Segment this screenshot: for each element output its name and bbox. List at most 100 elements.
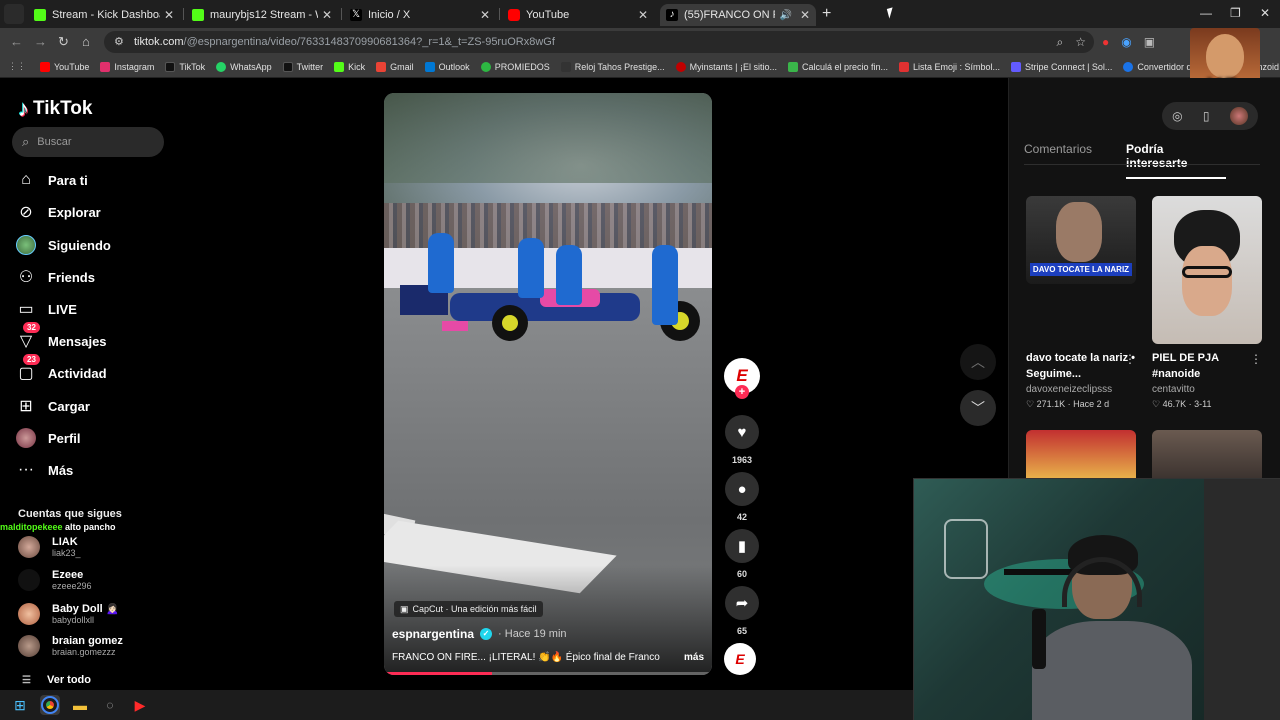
card-user[interactable]: davoxeneizeclipsss: [1026, 384, 1136, 395]
recommended-video-card[interactable]: PIEL DE PJA #nanoide centavitto ♡ 46.7K …: [1152, 196, 1262, 410]
tiktok-logo[interactable]: ♪ TikTok: [18, 96, 92, 122]
site-info-icon[interactable]: ⚙: [114, 36, 126, 48]
following-account[interactable]: LIAK liak23_: [18, 536, 81, 558]
audio-icon[interactable]: 🔊: [779, 10, 791, 21]
following-account[interactable]: Ezeee ezeee296: [18, 569, 92, 591]
more-options-icon[interactable]: ⋮: [1124, 352, 1136, 366]
previous-video-button[interactable]: ︿: [960, 344, 996, 380]
zoom-icon[interactable]: ⌕: [1057, 35, 1064, 50]
next-video-button[interactable]: ﹀: [960, 390, 996, 426]
youtube-app-icon[interactable]: ▶: [130, 695, 150, 715]
browser-tabstrip: Stream - Kick Dashboard ✕ maurybjs12 Str…: [0, 0, 1280, 28]
close-icon[interactable]: ✕: [800, 8, 810, 22]
bookmark-item[interactable]: Kick: [334, 61, 365, 72]
activity-icon: ▢ 23: [16, 354, 40, 383]
bookmark-item[interactable]: Lista Emoji : Símbol...: [899, 61, 1000, 72]
tab-search-icon[interactable]: [4, 4, 24, 24]
nav-live[interactable]: ▭ LIVE: [16, 297, 76, 321]
tab-podria-interesarte[interactable]: Podría interesarte: [1126, 142, 1226, 179]
device-icon[interactable]: ▯: [1203, 109, 1210, 123]
share-button[interactable]: ➦ 65: [724, 586, 760, 636]
tab-kick-dashboard[interactable]: Stream - Kick Dashboard ✕: [28, 4, 180, 26]
video-progress-bar[interactable]: [384, 672, 712, 675]
extension-icon[interactable]: ◉: [1121, 35, 1131, 49]
nav-friends[interactable]: ⚇ Friends: [16, 265, 95, 289]
user-avatar[interactable]: [1229, 107, 1248, 125]
bookmark-item[interactable]: TikTok: [165, 61, 205, 72]
close-icon[interactable]: ✕: [638, 8, 648, 22]
bookmark-item[interactable]: Myinstants | ¡El sitio...: [675, 61, 777, 72]
nav-explorar[interactable]: ⊘ Explorar: [16, 200, 100, 224]
more-options-icon[interactable]: ⋮: [1250, 352, 1262, 366]
following-icon: [16, 235, 36, 255]
tab-title: Inicio / X: [368, 9, 411, 21]
bookmark-item[interactable]: Twitter: [282, 61, 323, 72]
following-account[interactable]: Baby Doll 🙍🏻‍♀️ babydollxll: [18, 602, 119, 625]
tab-inicio-x[interactable]: 𝕏 Inicio / X ✕: [344, 4, 496, 26]
bookmark-item[interactable]: WhatsApp: [216, 61, 272, 72]
bookmark-item[interactable]: YouTube: [40, 61, 89, 72]
sound-button[interactable]: E: [724, 643, 760, 675]
chrome-icon[interactable]: [40, 695, 60, 715]
author-avatar-button[interactable]: E +: [724, 358, 760, 399]
nav-actividad[interactable]: ▢ 23 Actividad: [16, 354, 107, 385]
tab-youtube[interactable]: YouTube ✕: [502, 4, 654, 26]
minimize-icon[interactable]: —: [1200, 6, 1212, 20]
tab-comentarios[interactable]: Comentarios: [1024, 142, 1092, 179]
close-icon[interactable]: ✕: [322, 8, 332, 22]
app-icon[interactable]: ◌: [100, 695, 120, 715]
video-author[interactable]: espnargentina ✓ · Hace 19 min: [392, 627, 567, 641]
bookmark-item[interactable]: Outlook: [424, 61, 470, 72]
more-caption-button[interactable]: más: [684, 652, 704, 663]
nav-cargar[interactable]: ⊞ Cargar: [16, 394, 90, 418]
forward-icon[interactable]: →: [34, 34, 47, 49]
home-icon[interactable]: ⌂: [82, 34, 90, 49]
avatar: [18, 635, 40, 657]
recommended-video-card[interactable]: DAVO TOCATE LA NARIZ davo tocate la nari…: [1026, 196, 1136, 410]
apps-grid-icon[interactable]: ⋮⋮: [8, 61, 26, 72]
tab-maurybjs12-stream[interactable]: maurybjs12 Stream - Watch Liv ✕: [186, 4, 338, 26]
bookmark-star-icon[interactable]: ☆: [1075, 35, 1086, 50]
compass-icon[interactable]: ◎: [1172, 109, 1182, 123]
tab-tiktok-active[interactable]: ♪ (55)FRANCO ON FIRE... ¡LITI 🔊 ✕: [660, 4, 816, 26]
nav-mas[interactable]: ··· Más: [16, 458, 73, 482]
search-box[interactable]: ⌕: [12, 127, 164, 157]
avatar: [18, 569, 40, 591]
follow-plus-icon[interactable]: +: [735, 385, 749, 399]
bookmark-item[interactable]: Instagram: [100, 61, 154, 72]
nav-para-ti[interactable]: ⌂ Para ti: [16, 168, 88, 192]
windows-start-icon[interactable]: ⊞: [10, 695, 30, 715]
nav-mensajes[interactable]: ▽ 32 Mensajes: [16, 322, 107, 353]
video-player[interactable]: ▣ CapCut · Una edición más fácil espnarg…: [384, 93, 712, 675]
close-icon[interactable]: ✕: [164, 8, 174, 22]
back-icon[interactable]: ←: [10, 34, 23, 49]
search-input[interactable]: [37, 136, 148, 148]
bookmark-item[interactable]: Reloj Tahos Prestige...: [560, 61, 665, 72]
bookmark-item[interactable]: Calculá el precio fin...: [787, 61, 888, 72]
capcut-label[interactable]: ▣ CapCut · Una edición más fácil: [394, 601, 543, 617]
extension-icon[interactable]: ●: [1102, 35, 1109, 49]
following-account[interactable]: braian gomez braian.gomezzz: [18, 635, 123, 657]
new-tab-button[interactable]: +: [822, 5, 831, 23]
nav-perfil[interactable]: Perfil: [16, 426, 81, 450]
card-user[interactable]: centavitto: [1152, 384, 1262, 395]
file-explorer-icon[interactable]: ▬: [70, 695, 90, 715]
reload-icon[interactable]: ↻: [58, 34, 69, 50]
like-button[interactable]: ♥ 1963: [724, 415, 760, 465]
save-button[interactable]: ▮ 60: [724, 529, 760, 579]
close-icon[interactable]: ✕: [480, 8, 490, 22]
address-bar[interactable]: ⚙ tiktok.com/@espnargentina/video/763314…: [104, 31, 1094, 53]
video-thumbnail[interactable]: [1026, 430, 1136, 478]
bookmark-item[interactable]: Gmail: [376, 61, 414, 72]
see-all-link[interactable]: ☰ Ver todo: [22, 674, 91, 686]
close-window-icon[interactable]: ✕: [1260, 6, 1270, 20]
maximize-icon[interactable]: ❐: [1230, 6, 1241, 20]
bookmark-item[interactable]: Stripe Connect | Sol...: [1011, 61, 1112, 72]
card-title: davo tocate la nariz • Seguime...: [1026, 352, 1135, 380]
bookmark-item[interactable]: PROMIEDOS: [480, 61, 550, 72]
extensions-puzzle-icon[interactable]: ▣: [1144, 35, 1155, 49]
nav-siguiendo[interactable]: Siguiendo: [16, 233, 111, 257]
comment-button[interactable]: ● 42: [724, 472, 760, 522]
video-thumbnail[interactable]: [1152, 430, 1262, 478]
friends-icon: ⚇: [18, 269, 34, 286]
